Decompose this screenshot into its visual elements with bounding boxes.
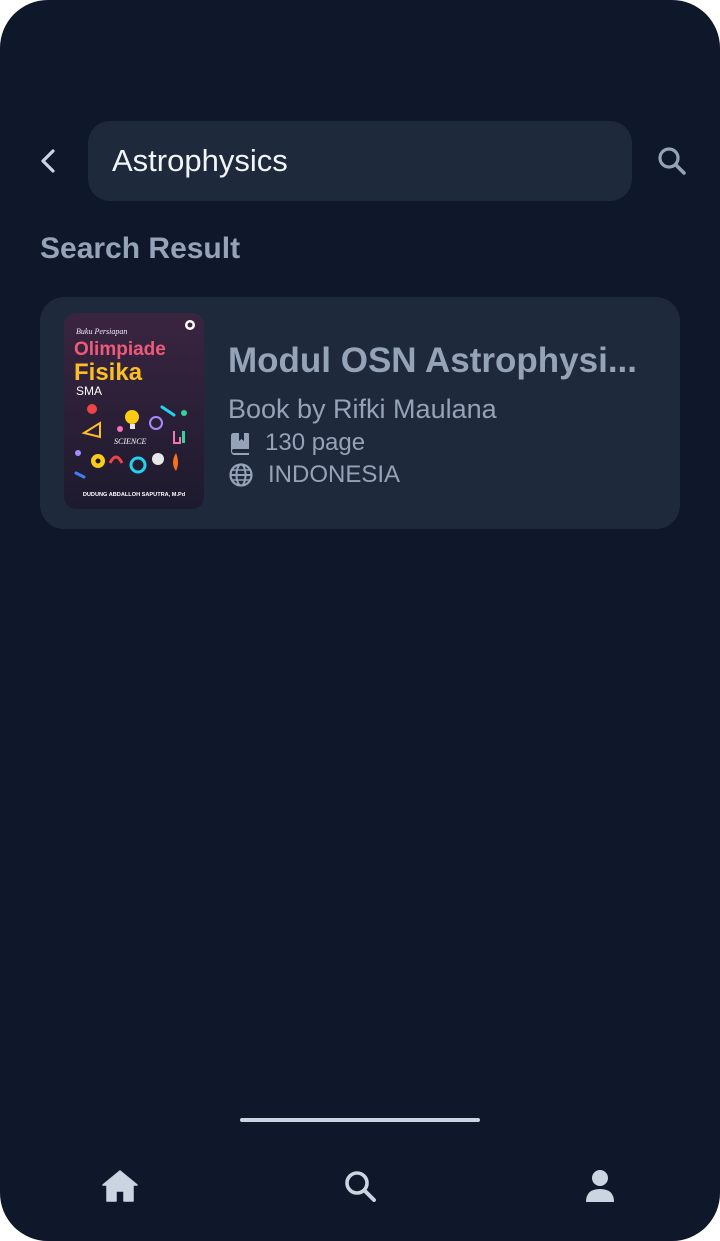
page-count-row: 130 page — [228, 429, 365, 457]
book-title: Modul OSN Astrophysi... — [228, 341, 637, 380]
book-icon — [228, 430, 254, 456]
cover-series: Buku Persiapan — [76, 327, 127, 336]
book-cover: Buku Persiapan Olimpiade Fisika SMA SCIE… — [64, 313, 204, 509]
language: INDONESIA — [268, 461, 401, 488]
app-screen: Search Result Buku Persiapan Olimpiade F… — [0, 0, 720, 1241]
cover-badge: SCIENCE — [114, 437, 147, 446]
search-input[interactable] — [112, 121, 608, 201]
result-card[interactable]: Buku Persiapan Olimpiade Fisika SMA SCIE… — [40, 297, 680, 529]
back-button[interactable] — [28, 141, 68, 181]
globe-icon — [228, 462, 254, 488]
search-button[interactable] — [650, 141, 694, 181]
home-indicator — [240, 1118, 480, 1122]
chevron-left-icon — [41, 149, 55, 173]
cover-title-line1: Olimpiade — [74, 339, 166, 360]
book-author: Book by Rifki Maulana — [228, 394, 497, 424]
home-icon — [102, 1170, 138, 1202]
search-result-heading: Search Result — [40, 232, 241, 265]
page-count: 130 page — [265, 429, 366, 456]
cover-level: SMA — [76, 384, 102, 398]
user-icon — [586, 1170, 614, 1202]
nav-home-button[interactable] — [92, 1160, 148, 1212]
cover-title-line2: Fisika — [74, 359, 143, 386]
search-icon — [345, 1171, 376, 1202]
search-icon — [658, 147, 686, 175]
language-row: INDONESIA — [228, 461, 400, 489]
nav-search-button[interactable] — [332, 1160, 388, 1212]
cover-author: DUDUNG ABDALLOH SAPUTRA, M.Pd — [83, 492, 186, 498]
nav-profile-button[interactable] — [572, 1160, 628, 1212]
search-field[interactable] — [88, 121, 632, 201]
